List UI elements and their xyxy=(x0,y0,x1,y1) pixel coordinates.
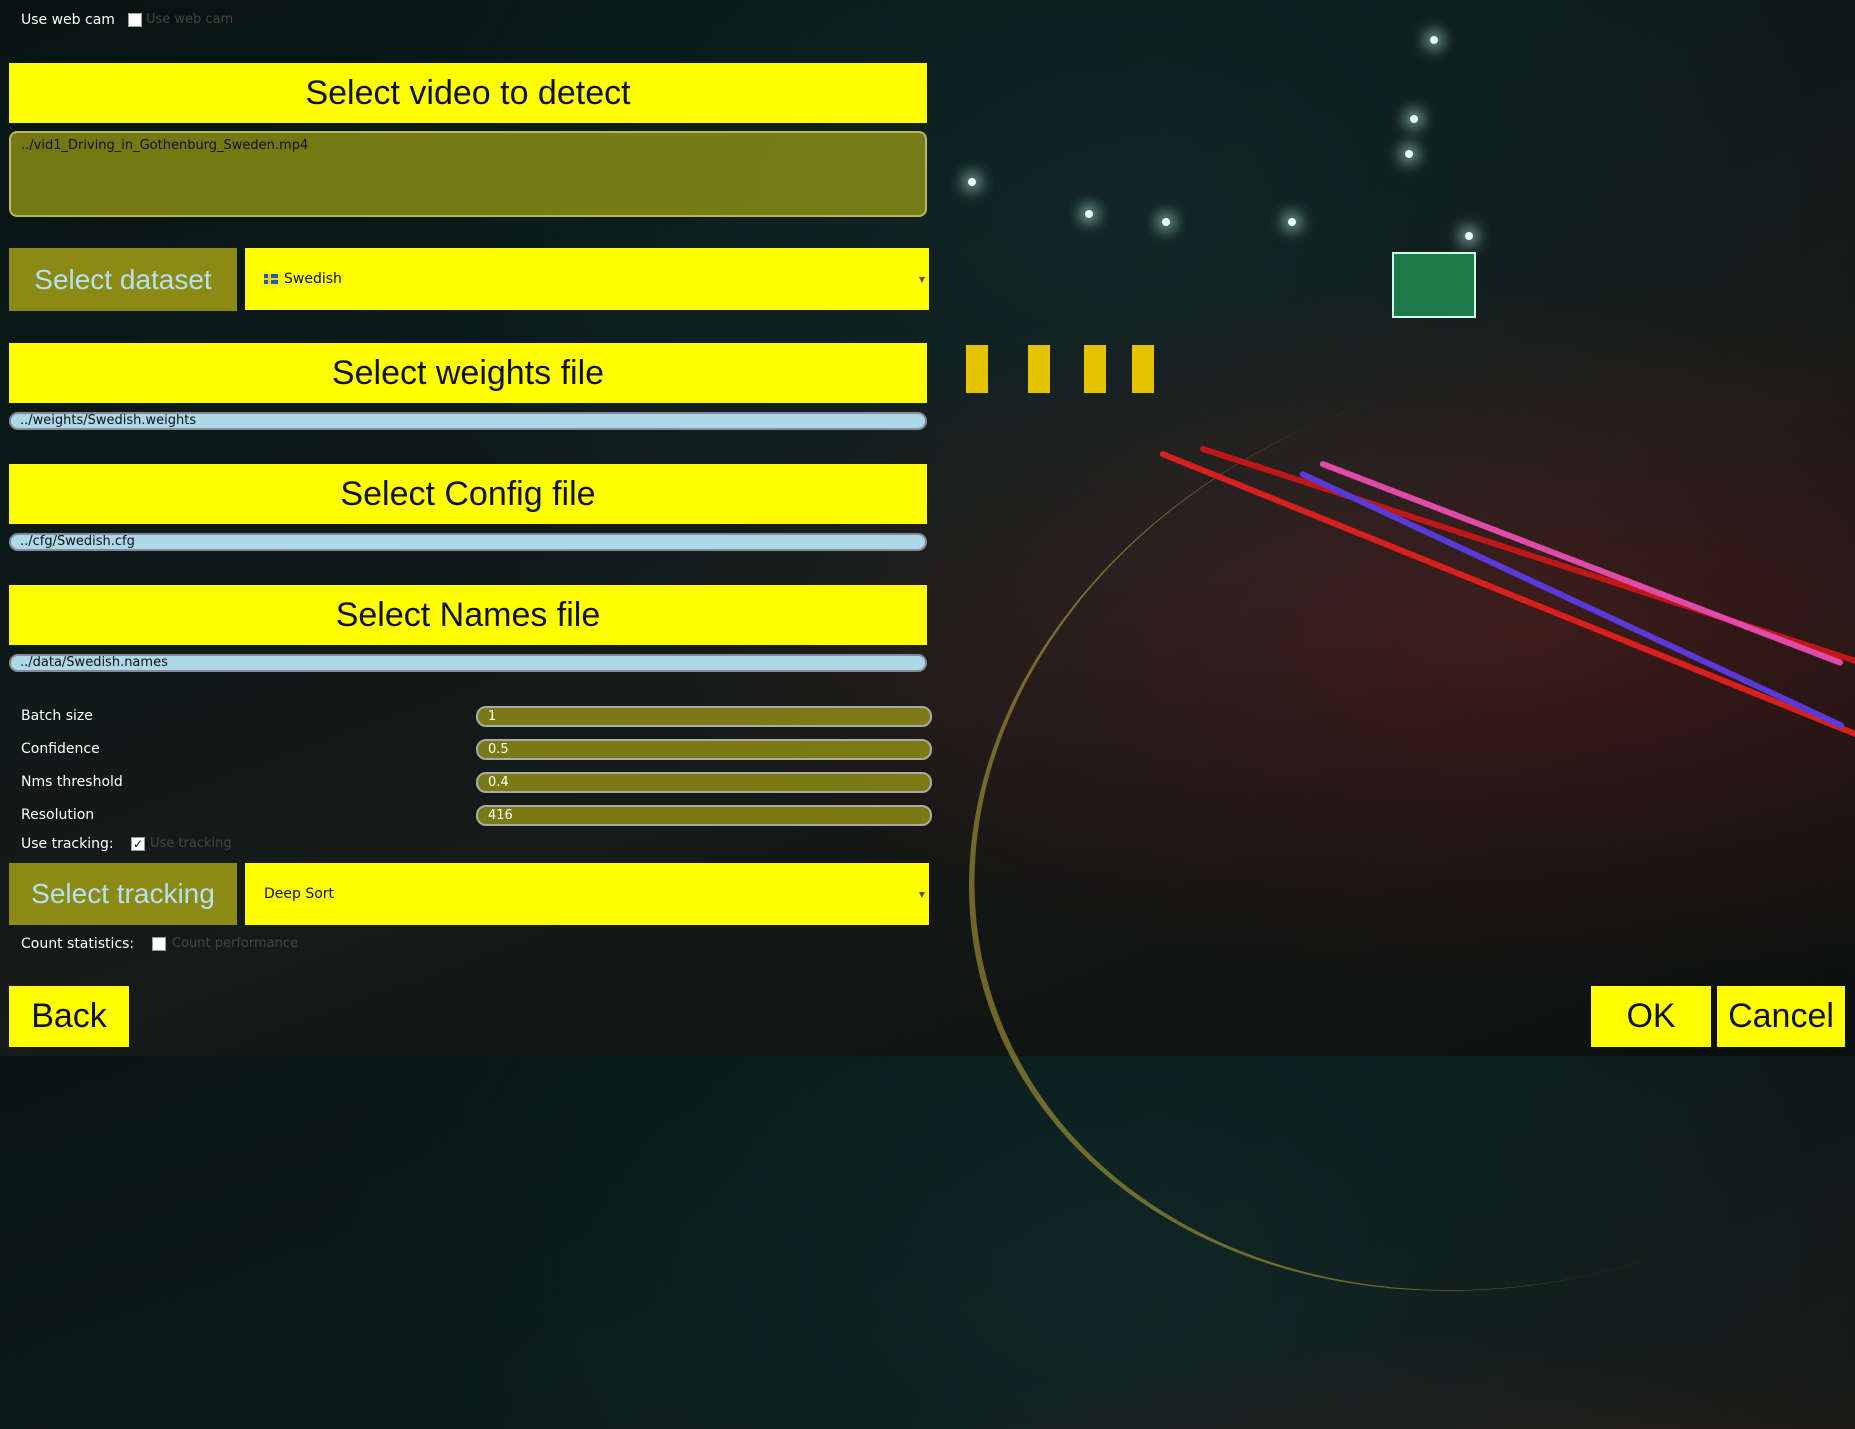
chevron-sign xyxy=(1132,345,1154,393)
road-curve xyxy=(848,231,1855,1429)
street-light xyxy=(1430,36,1438,44)
highway-sign xyxy=(1392,252,1476,318)
street-light xyxy=(1410,115,1418,123)
select-tracking-button[interactable]: Select tracking xyxy=(9,863,237,925)
tracking-selected: Deep Sort xyxy=(264,886,335,902)
nms-threshold-input[interactable]: 0.4 xyxy=(476,772,932,793)
select-weights-button[interactable]: Select weights file xyxy=(9,343,927,403)
webcam-checkbox[interactable] xyxy=(128,13,142,27)
cancel-button[interactable]: Cancel xyxy=(1717,986,1845,1047)
select-names-button[interactable]: Select Names file xyxy=(9,585,927,645)
select-video-button[interactable]: Select video to detect xyxy=(9,63,927,123)
count-statistics-checkbox-text: Count performance xyxy=(172,936,298,951)
weights-path-field[interactable]: ../weights/Swedish.weights xyxy=(9,412,927,430)
use-tracking-checkbox-text: Use tracking xyxy=(150,836,232,851)
config-path-field[interactable]: ../cfg/Swedish.cfg xyxy=(9,533,927,551)
batch-size-input[interactable]: 1 xyxy=(476,706,932,727)
webcam-checkbox-text: Use web cam xyxy=(146,12,234,27)
street-light xyxy=(1288,218,1296,226)
count-statistics-checkbox[interactable] xyxy=(152,937,166,951)
street-light xyxy=(1162,218,1170,226)
video-path-field[interactable]: ../vid1_Driving_in_Gothenburg_Sweden.mp4 xyxy=(9,131,927,217)
dataset-dropdown[interactable]: Swedish ▼ xyxy=(245,248,929,310)
tracking-dropdown[interactable]: Deep Sort ▼ xyxy=(245,863,929,925)
chevron-down-icon: ▼ xyxy=(918,274,925,284)
nms-threshold-label: Nms threshold xyxy=(21,774,123,790)
confidence-label: Confidence xyxy=(21,741,100,757)
chevron-down-icon: ▼ xyxy=(918,889,925,899)
resolution-label: Resolution xyxy=(21,807,95,823)
ok-button[interactable]: OK xyxy=(1591,986,1711,1047)
chevron-sign xyxy=(1084,345,1106,393)
street-light xyxy=(968,178,976,186)
webcam-label: Use web cam xyxy=(21,12,115,28)
chevron-sign xyxy=(1028,345,1050,393)
street-light xyxy=(1405,150,1413,158)
select-config-button[interactable]: Select Config file xyxy=(9,464,927,524)
names-path-field[interactable]: ../data/Swedish.names xyxy=(9,654,927,672)
use-tracking-label: Use tracking: xyxy=(21,836,114,852)
street-light xyxy=(1085,210,1093,218)
sweden-flag-icon xyxy=(264,274,278,284)
select-dataset-button[interactable]: Select dataset xyxy=(9,248,237,311)
use-tracking-checkbox[interactable]: ✓ xyxy=(131,837,145,851)
street-light xyxy=(1465,232,1473,240)
count-statistics-label: Count statistics: xyxy=(21,936,135,952)
confidence-input[interactable]: 0.5 xyxy=(476,739,932,760)
back-button[interactable]: Back xyxy=(9,986,129,1047)
resolution-input[interactable]: 416 xyxy=(476,805,932,826)
dataset-selected: Swedish xyxy=(284,271,342,287)
batch-size-label: Batch size xyxy=(21,708,93,724)
chevron-sign xyxy=(966,345,988,393)
